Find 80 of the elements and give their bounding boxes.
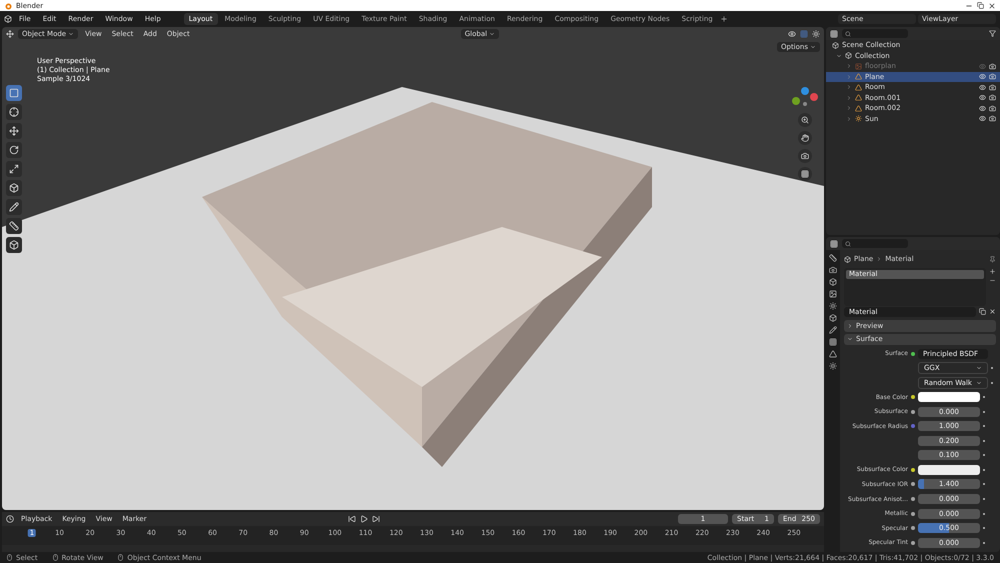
search-field[interactable] <box>842 239 908 248</box>
cursor-tool-icon[interactable] <box>6 104 22 120</box>
expand-icon <box>847 336 853 342</box>
restore-icon <box>977 2 984 9</box>
grid-icon[interactable] <box>798 167 812 181</box>
property-tab-icon[interactable] <box>829 338 837 346</box>
visibility-icon <box>788 30 796 38</box>
color-field[interactable] <box>918 392 980 402</box>
socket-icon <box>911 526 915 530</box>
property-tab-icon[interactable] <box>829 266 837 274</box>
socket-icon <box>911 352 915 356</box>
socket-icon <box>911 540 915 545</box>
socket-icon <box>911 410 915 414</box>
camera-icon <box>989 84 996 91</box>
shading-icon <box>812 30 820 38</box>
socket-icon <box>911 424 915 428</box>
caret-icon <box>976 380 982 386</box>
add-icon <box>989 268 996 275</box>
axis-gizmo-drawing <box>792 87 818 109</box>
camera-icon <box>989 94 996 102</box>
play-icon <box>360 515 368 523</box>
add-workspace-icon <box>720 15 728 23</box>
eye-icon <box>979 94 986 102</box>
property-tab-icon[interactable] <box>829 254 837 262</box>
property-tab-icon[interactable] <box>829 278 837 286</box>
socket-icon <box>911 395 915 400</box>
app-menu-icon <box>4 15 12 23</box>
jump-end-icon <box>372 515 380 523</box>
search-icon <box>845 30 851 36</box>
close-icon <box>988 2 996 10</box>
property-tab-icon[interactable] <box>829 326 837 334</box>
caret-icon <box>489 30 496 36</box>
camera-icon <box>989 115 996 122</box>
zoom-icon[interactable] <box>798 113 812 127</box>
property-tab-icon[interactable] <box>829 290 837 298</box>
property-tab-icon[interactable] <box>829 350 837 358</box>
camera-icon[interactable] <box>798 149 812 163</box>
unlink-icon <box>989 308 996 316</box>
collapse-icon <box>847 322 853 329</box>
property-tab-icon[interactable] <box>829 362 837 370</box>
caret-icon <box>810 44 816 50</box>
socket-icon <box>911 468 915 472</box>
camera-icon <box>989 73 996 80</box>
socket-icon <box>911 482 915 486</box>
mouse-icon <box>52 554 59 561</box>
socket-icon <box>911 512 915 516</box>
property-tab-icon[interactable] <box>829 302 837 310</box>
jump-start-icon <box>348 515 356 523</box>
property-tab-icon[interactable] <box>829 314 837 322</box>
light-icon <box>855 115 862 122</box>
mouse-icon <box>6 554 13 561</box>
search-icon <box>845 240 851 246</box>
hand-icon[interactable] <box>798 131 812 145</box>
eye-icon <box>979 84 986 91</box>
scale-tool-icon[interactable] <box>6 161 22 177</box>
socket-icon <box>911 497 915 502</box>
filter-icon <box>989 30 996 37</box>
cube-tool-icon[interactable] <box>6 237 22 253</box>
search-field[interactable] <box>842 29 908 38</box>
measure-tool-icon[interactable] <box>6 218 22 234</box>
gizmo-toggle-icon <box>800 30 808 38</box>
eye-icon <box>979 115 986 122</box>
pin-icon <box>989 256 996 263</box>
image-icon <box>855 62 862 70</box>
color-field[interactable] <box>918 464 980 475</box>
caret-icon <box>976 365 982 372</box>
camera-icon <box>989 62 996 70</box>
rotate-tool-icon[interactable] <box>6 142 22 158</box>
eye-icon <box>979 62 986 70</box>
eye-icon <box>979 73 986 80</box>
move-tool-icon[interactable] <box>6 123 22 139</box>
select-tool-icon[interactable] <box>6 85 22 101</box>
duplicate-icon <box>979 308 986 316</box>
separator-icon <box>876 256 882 262</box>
eye-icon <box>979 104 986 112</box>
object-icon <box>844 256 851 263</box>
mouse-icon <box>117 554 124 561</box>
camera-icon <box>989 104 996 112</box>
annotate-tool-icon[interactable] <box>6 199 22 215</box>
caret-icon <box>68 30 74 36</box>
